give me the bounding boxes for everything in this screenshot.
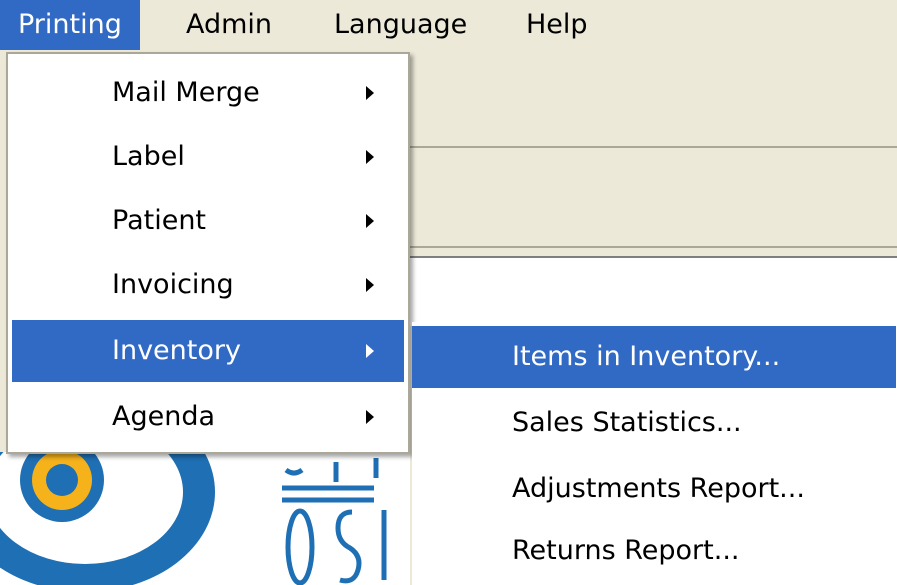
eye-logo: [0, 452, 387, 585]
submenu-arrow-icon: [366, 150, 374, 164]
submenu-item-label: Sales Statistics...: [512, 407, 742, 438]
content-area: [408, 256, 897, 326]
menu-item-label: Agenda: [112, 401, 216, 432]
menu-item-label: Label: [112, 141, 185, 172]
menu-printing[interactable]: Printing: [0, 0, 140, 50]
menu-item-label: Patient: [112, 205, 207, 236]
menu-item-label: Inventory: [112, 335, 241, 366]
submenu-arrow-icon: [366, 344, 374, 358]
menu-item-agenda[interactable]: Agenda: [12, 386, 404, 448]
submenu-item-items-in-inventory[interactable]: Items in Inventory...: [412, 326, 896, 388]
toolbar-background: [408, 60, 897, 148]
submenu-item-sales-statistics[interactable]: Sales Statistics...: [412, 392, 896, 454]
menu-bar: Printing Admin Language Help: [0, 0, 897, 56]
menu-item-inventory[interactable]: Inventory: [12, 320, 404, 382]
menu-item-label: Mail Merge: [112, 77, 260, 108]
submenu-item-label: Adjustments Report...: [512, 473, 805, 504]
submenu-arrow-icon: [366, 214, 374, 228]
menu-item-patient[interactable]: Patient: [12, 190, 404, 252]
submenu-arrow-icon: [366, 410, 374, 424]
menu-language[interactable]: Language: [316, 0, 485, 50]
menu-help[interactable]: Help: [508, 0, 606, 50]
submenu-item-label: Items in Inventory...: [512, 341, 781, 372]
menu-item-invoicing[interactable]: Invoicing: [12, 254, 404, 316]
submenu-item-adjustments-report[interactable]: Adjustments Report...: [412, 458, 896, 520]
submenu-item-returns-report[interactable]: Returns Report...: [412, 520, 896, 582]
toolbar-background-2: [408, 150, 897, 248]
submenu-item-label: Returns Report...: [512, 535, 740, 566]
inventory-submenu: Items in Inventory... Sales Statistics..…: [412, 322, 897, 585]
menu-item-label: Invoicing: [112, 269, 234, 300]
submenu-arrow-icon: [366, 278, 374, 292]
printing-menu: Mail Merge Label Patient Invoicing Inven…: [6, 52, 410, 454]
menu-item-label-printing[interactable]: Label: [12, 126, 404, 188]
menu-admin[interactable]: Admin: [168, 0, 290, 50]
menu-item-mail-merge[interactable]: Mail Merge: [12, 62, 404, 124]
submenu-arrow-icon: [366, 86, 374, 100]
